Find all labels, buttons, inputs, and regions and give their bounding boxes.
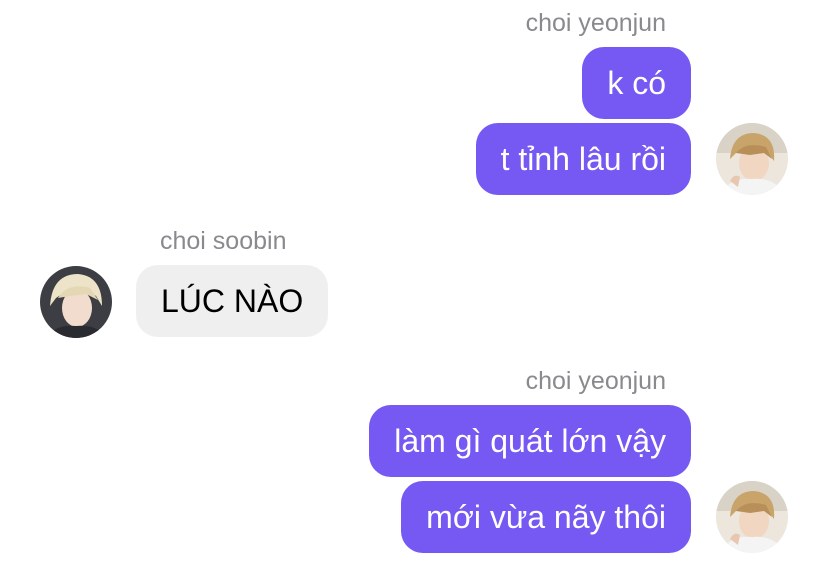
sender-name: choi soobin	[160, 227, 287, 255]
chat-thread: choi yeonjun k có t tỉnh lâu rồi choi so…	[0, 0, 828, 568]
message-bubble[interactable]: làm gì quát lớn vậy	[369, 405, 691, 477]
profile-photo-icon	[716, 481, 788, 553]
message-bubble[interactable]: LÚC NÀO	[136, 265, 329, 337]
message-bubble[interactable]: mới vừa nãy thôi	[401, 481, 691, 553]
sender-name: choi yeonjun	[525, 9, 666, 37]
profile-photo-icon	[716, 123, 788, 195]
avatar-yeonjun[interactable]	[716, 481, 788, 553]
sender-name: choi yeonjun	[525, 367, 666, 395]
avatar-yeonjun[interactable]	[716, 123, 788, 195]
avatar-soobin[interactable]	[40, 266, 112, 338]
profile-photo-icon	[40, 266, 112, 338]
message-bubble[interactable]: k có	[582, 47, 691, 119]
message-bubble[interactable]: t tỉnh lâu rồi	[475, 123, 691, 195]
